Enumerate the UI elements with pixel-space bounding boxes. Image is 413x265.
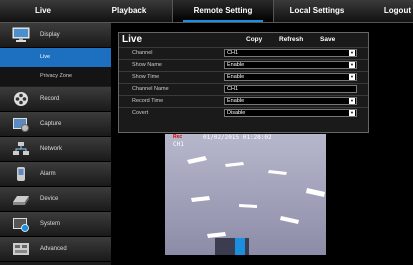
setting-row-channel-name: Channel Name CH1 — [119, 83, 368, 94]
sidebar-item-label: Display — [40, 32, 60, 38]
advanced-icon — [13, 243, 29, 255]
sidebar-item-network[interactable]: Network — [0, 137, 111, 162]
channel-name-input[interactable]: CH1 — [224, 85, 357, 93]
sidebar-item-label: System — [40, 221, 61, 227]
chevron-down-icon: ▼ — [349, 50, 355, 56]
channel-select[interactable]: CH1 ▼ — [224, 49, 357, 57]
capture-icon — [13, 118, 29, 132]
sidebar-item-alarm[interactable]: Alarm — [0, 162, 111, 187]
chevron-down-icon: ▼ — [349, 110, 355, 116]
sidebar-item-advanced[interactable]: Advanced — [0, 237, 111, 262]
setting-row-covert: Covert Disable ▼ — [119, 107, 368, 118]
monitor-icon — [12, 27, 30, 42]
sidebar-item-label: Record — [40, 96, 60, 102]
video-timestamp: 01/02/2015 01:28:02 — [203, 134, 272, 141]
covert-select[interactable]: Disable ▼ — [224, 109, 357, 117]
show-time-select[interactable]: Enable ▼ — [224, 73, 357, 81]
row-label: Channel Name — [132, 86, 169, 92]
tab-logout[interactable]: Logout — [362, 0, 413, 22]
chevron-down-icon: ▼ — [349, 62, 355, 68]
system-icon — [13, 218, 29, 232]
camera-feed-image — [165, 134, 326, 255]
row-label: Covert — [132, 110, 149, 116]
sidebar: Display Live Privacy Zone Record Capture — [0, 23, 111, 265]
sidebar-item-label: Network — [40, 146, 63, 152]
chevron-down-icon: ▼ — [349, 98, 355, 104]
recording-indicator: Rec — [173, 134, 183, 140]
sidebar-subitem-label: Live — [40, 54, 51, 60]
hard-drive-icon — [13, 196, 29, 205]
panel-title: Live — [122, 34, 143, 45]
setting-row-channel: Channel CH1 ▼ — [119, 47, 368, 58]
chevron-down-icon: ▼ — [349, 74, 355, 80]
tab-local-settings[interactable]: Local Settings — [272, 0, 362, 22]
sidebar-item-display[interactable]: Display — [0, 23, 111, 48]
sidebar-item-label: Alarm — [40, 171, 56, 177]
sidebar-subitem-privacy-zone[interactable]: Privacy Zone — [0, 67, 111, 86]
sidebar-item-label: Device — [40, 196, 59, 202]
sidebar-item-record[interactable]: Record — [0, 87, 111, 112]
row-label: Record Time — [132, 98, 164, 104]
live-settings-panel: Live Copy Refresh Save Channel CH1 ▼ Show… — [118, 32, 369, 133]
network-icon — [13, 142, 29, 155]
setting-row-show-name: Show Name Enable ▼ — [119, 59, 368, 70]
tab-playback[interactable]: Playback — [86, 0, 172, 22]
sidebar-item-label: Advanced — [40, 246, 67, 252]
video-channel-label: CH1 — [173, 141, 184, 148]
top-nav-bar: Live Playback Remote Setting Local Setti… — [0, 0, 413, 23]
sidebar-item-system[interactable]: System — [0, 212, 111, 237]
setting-row-show-time: Show Time Enable ▼ — [119, 71, 368, 82]
tab-remote-setting[interactable]: Remote Setting — [172, 0, 274, 22]
copy-button[interactable]: Copy — [246, 36, 262, 43]
sidebar-item-capture[interactable]: Capture — [0, 112, 111, 137]
live-video-preview: Rec 01/02/2015 01:28:02 CH1 — [165, 134, 326, 255]
refresh-button[interactable]: Refresh — [279, 36, 303, 43]
record-time-select[interactable]: Enable ▼ — [224, 97, 357, 105]
film-reel-icon — [14, 92, 28, 106]
row-label: Show Name — [132, 62, 162, 68]
row-label: Channel — [132, 50, 153, 56]
setting-row-record-time: Record Time Enable ▼ — [119, 95, 368, 106]
show-name-select[interactable]: Enable ▼ — [224, 61, 357, 69]
tab-live[interactable]: Live — [0, 0, 86, 22]
row-label: Show Time — [132, 74, 160, 80]
save-button[interactable]: Save — [320, 36, 335, 43]
alarm-icon — [17, 167, 25, 181]
sidebar-item-label: Capture — [40, 121, 62, 127]
sidebar-subitem-label: Privacy Zone — [40, 73, 73, 79]
sidebar-subitem-live[interactable]: Live — [0, 48, 111, 67]
sidebar-item-device[interactable]: Device — [0, 187, 111, 212]
